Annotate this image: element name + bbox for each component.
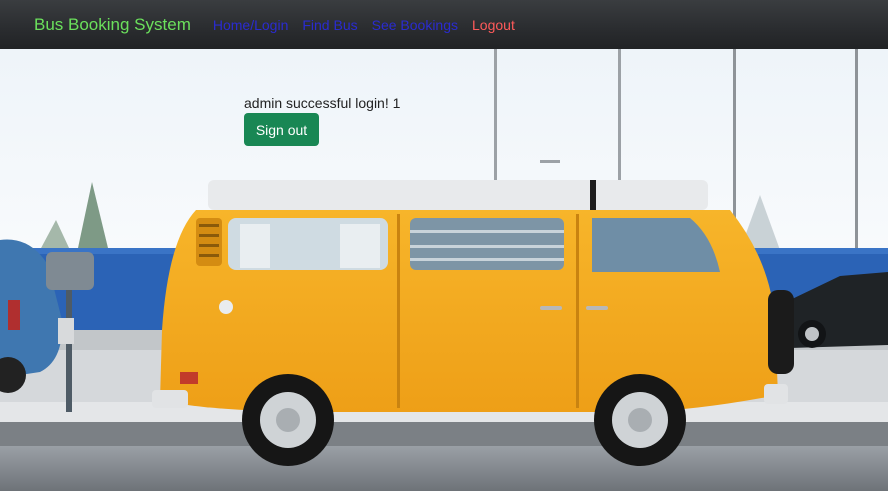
- nav-link-see-bookings[interactable]: See Bookings: [372, 17, 458, 33]
- background-photo: [0, 49, 888, 491]
- orange-van-photo-icon: [0, 49, 888, 491]
- nav-links: Home/Login Find Bus See Bookings Logout: [213, 17, 529, 33]
- brand-title[interactable]: Bus Booking System: [34, 15, 191, 35]
- navbar: Bus Booking System Home/Login Find Bus S…: [0, 0, 888, 49]
- welcome-message: admin successful login! 1: [244, 95, 401, 111]
- nav-link-find-bus[interactable]: Find Bus: [302, 17, 357, 33]
- nav-link-home-login[interactable]: Home/Login: [213, 17, 289, 33]
- sign-out-button[interactable]: Sign out: [244, 113, 319, 146]
- nav-link-logout[interactable]: Logout: [472, 17, 515, 33]
